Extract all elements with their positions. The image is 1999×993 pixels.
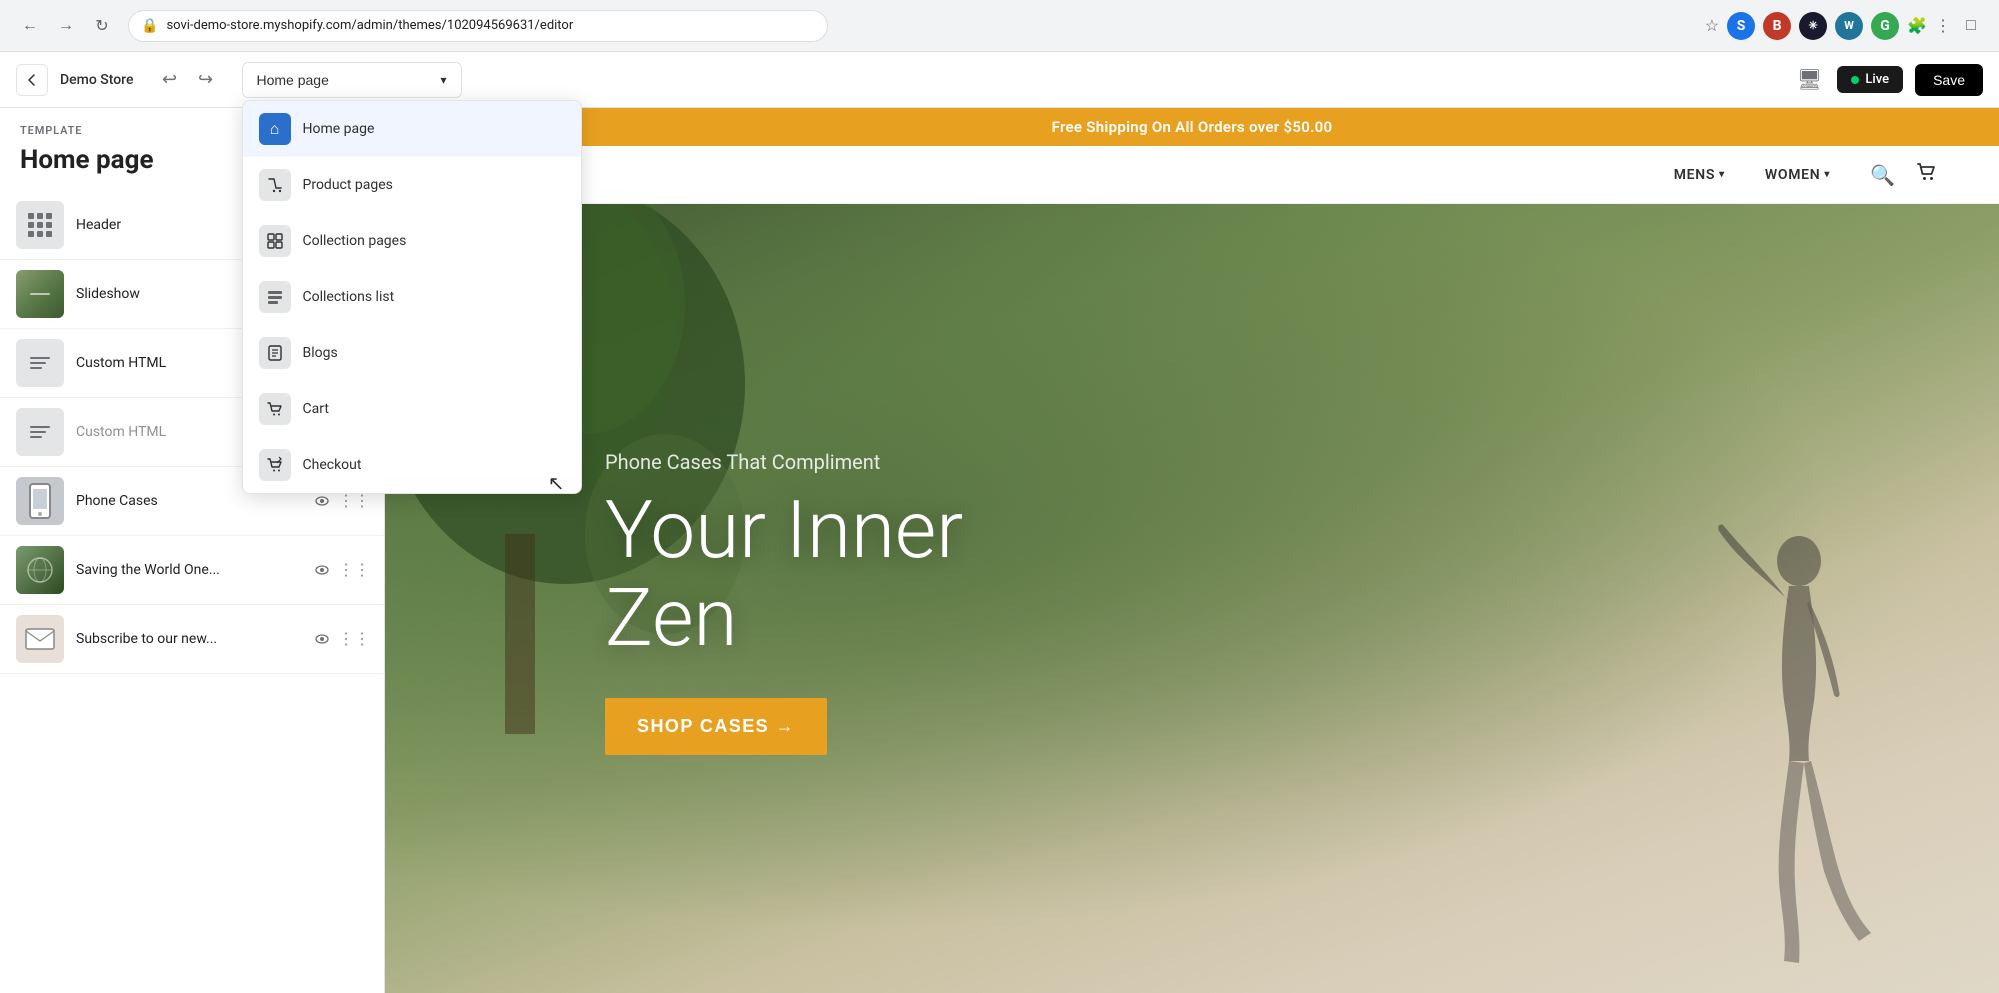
live-badge: Live <box>1837 66 1903 93</box>
search-icon[interactable]: 🔍 <box>1870 163 1895 187</box>
collection-icon <box>259 225 291 257</box>
women-chevron-icon: ▾ <box>1824 169 1830 180</box>
subscribe-drag-button[interactable]: ⋮⋮ <box>340 625 368 653</box>
menu-icon[interactable]: ⋮ <box>1935 16 1951 35</box>
editor-back-button[interactable] <box>16 64 48 96</box>
grid-dots-icon <box>24 209 56 241</box>
custom-html-2-thumbnail <box>16 408 64 456</box>
dropdown-checkout-label: Checkout <box>303 457 362 473</box>
undo-redo-controls: ↩ ↪ <box>154 64 222 96</box>
back-button[interactable]: ← <box>16 12 44 40</box>
lock-icon: 🔒 <box>141 18 158 34</box>
dropdown-item-collections-list[interactable]: Collections list <box>243 269 581 325</box>
save-button[interactable]: Save <box>1915 64 1983 96</box>
reload-button[interactable]: ↻ <box>88 12 116 40</box>
dropdown-cart-label: Cart <box>303 401 329 417</box>
store-nav: MENS ▾ WOMEN ▾ 🔍 <box>385 146 1999 204</box>
subscribe-visibility-button[interactable] <box>308 625 336 653</box>
ext-s-icon[interactable]: S <box>1727 12 1755 40</box>
live-label: Live <box>1865 72 1889 87</box>
dropdown-item-collection[interactable]: Collection pages <box>243 213 581 269</box>
dropdown-blogs-label: Blogs <box>303 345 338 361</box>
saving-world-label: Saving the World One... <box>76 562 296 578</box>
store-preview: Free Shipping On All Orders over $50.00 … <box>385 108 1999 993</box>
device-toggle-button[interactable]: 🖥 <box>1793 64 1825 96</box>
phone-cases-label: Phone Cases <box>76 493 296 509</box>
editor-topbar: Demo Store ↩ ↪ Home page ▾ ⌂ Home page <box>0 52 1999 108</box>
mens-chevron-icon: ▾ <box>1719 169 1725 180</box>
dropdown-item-blogs[interactable]: Blogs <box>243 325 581 381</box>
store-name: Demo Store <box>60 72 134 88</box>
home-icon: ⌂ <box>259 113 291 145</box>
subscribe-thumbnail <box>16 615 64 663</box>
dropdown-item-cart[interactable]: Cart <box>243 381 581 437</box>
saving-world-visibility-button[interactable] <box>308 556 336 584</box>
topbar-right: 🖥 Live Save <box>1793 64 1983 96</box>
shop-cases-label: SHOP CASES → <box>637 716 795 737</box>
cursor-indicator: ↖ <box>548 471 565 494</box>
dropdown-product-label: Product pages <box>303 177 393 193</box>
page-selector-label: Home page <box>257 72 329 88</box>
ext-perplexity-icon[interactable]: ✳ <box>1799 12 1827 40</box>
preview-area: Free Shipping On All Orders over $50.00 … <box>385 108 1999 993</box>
announcement-text: Free Shipping On All Orders over $50.00 <box>1052 118 1333 136</box>
page-dropdown-menu: ⌂ Home page Product pages <box>242 100 582 494</box>
browser-nav: ← → ↻ <box>16 12 116 40</box>
nav-mens-label: MENS <box>1674 167 1715 183</box>
announcement-bar: Free Shipping On All Orders over $50.00 <box>385 108 1999 146</box>
slideshow-thumbnail <box>16 270 64 318</box>
extensions-puzzle-icon[interactable]: 🧩 <box>1907 16 1927 35</box>
dropdown-home-label: Home page <box>303 121 375 137</box>
window-maximize-button[interactable]: □ <box>1959 14 1983 38</box>
cart-icon <box>259 393 291 425</box>
shop-cases-button[interactable]: SHOP CASES → <box>605 698 827 755</box>
dropdown-collections-list-label: Collections list <box>303 289 395 305</box>
phone-cases-thumbnail <box>16 477 64 525</box>
header-thumbnail <box>16 201 64 249</box>
dropdown-item-checkout[interactable]: Checkout ↖ <box>243 437 581 493</box>
blogs-icon <box>259 337 291 369</box>
yoga-figure <box>1659 501 1939 993</box>
checkout-icon <box>259 449 291 481</box>
hero-subtitle: Phone Cases That Compliment <box>605 450 985 474</box>
saving-world-actions: ⋮⋮ <box>308 556 368 584</box>
nav-item-women[interactable]: WOMEN ▾ <box>1765 167 1830 183</box>
subscribe-actions: ⋮⋮ <box>308 625 368 653</box>
bookmark-icon[interactable]: ☆ <box>1705 16 1719 35</box>
cart-nav-icon[interactable] <box>1915 160 1939 189</box>
dropdown-item-home[interactable]: ⌂ Home page <box>243 101 581 157</box>
sidebar-item-saving-world[interactable]: Saving the World One... ⋮⋮ <box>0 536 384 605</box>
dropdown-item-product[interactable]: Product pages <box>243 157 581 213</box>
hero-section: Phone Cases That Compliment Your Inner Z… <box>385 204 1999 993</box>
browser-extensions: ☆ S B ✳ W G 🧩 ⋮ □ <box>1705 12 1983 40</box>
redo-button[interactable]: ↪ <box>190 64 222 96</box>
ext-b-icon[interactable]: B <box>1763 12 1791 40</box>
saving-world-drag-button[interactable]: ⋮⋮ <box>340 556 368 584</box>
browser-chrome: ← → ↻ 🔒 sovi-demo-store.myshopify.com/ad… <box>0 0 1999 52</box>
live-dot-indicator <box>1851 76 1859 84</box>
ext-wp-icon[interactable]: W <box>1835 12 1863 40</box>
url-text: sovi-demo-store.myshopify.com/admin/them… <box>166 18 573 33</box>
collections-list-icon <box>259 281 291 313</box>
sidebar-item-subscribe[interactable]: Subscribe to our new... ⋮⋮ <box>0 605 384 674</box>
undo-button[interactable]: ↩ <box>154 64 186 96</box>
saving-world-thumbnail <box>16 546 64 594</box>
page-selector-button[interactable]: Home page ▾ <box>242 62 462 98</box>
custom-html-1-thumbnail <box>16 339 64 387</box>
nav-icons: 🔍 <box>1870 160 1939 189</box>
chevron-down-icon: ▾ <box>440 73 446 87</box>
ext-g-icon[interactable]: G <box>1871 12 1899 40</box>
nav-item-mens[interactable]: MENS ▾ <box>1674 167 1725 183</box>
hero-content: Phone Cases That Compliment Your Inner Z… <box>385 450 985 755</box>
nav-women-label: WOMEN <box>1765 167 1821 183</box>
dropdown-collection-label: Collection pages <box>303 233 407 249</box>
address-bar[interactable]: 🔒 sovi-demo-store.myshopify.com/admin/th… <box>128 10 828 42</box>
subscribe-label: Subscribe to our new... <box>76 631 296 647</box>
hero-title: Your Inner Zen <box>605 486 985 662</box>
page-selector: Home page ▾ ⌂ Home page Product pages <box>242 62 462 98</box>
forward-button[interactable]: → <box>52 12 80 40</box>
product-icon <box>259 169 291 201</box>
